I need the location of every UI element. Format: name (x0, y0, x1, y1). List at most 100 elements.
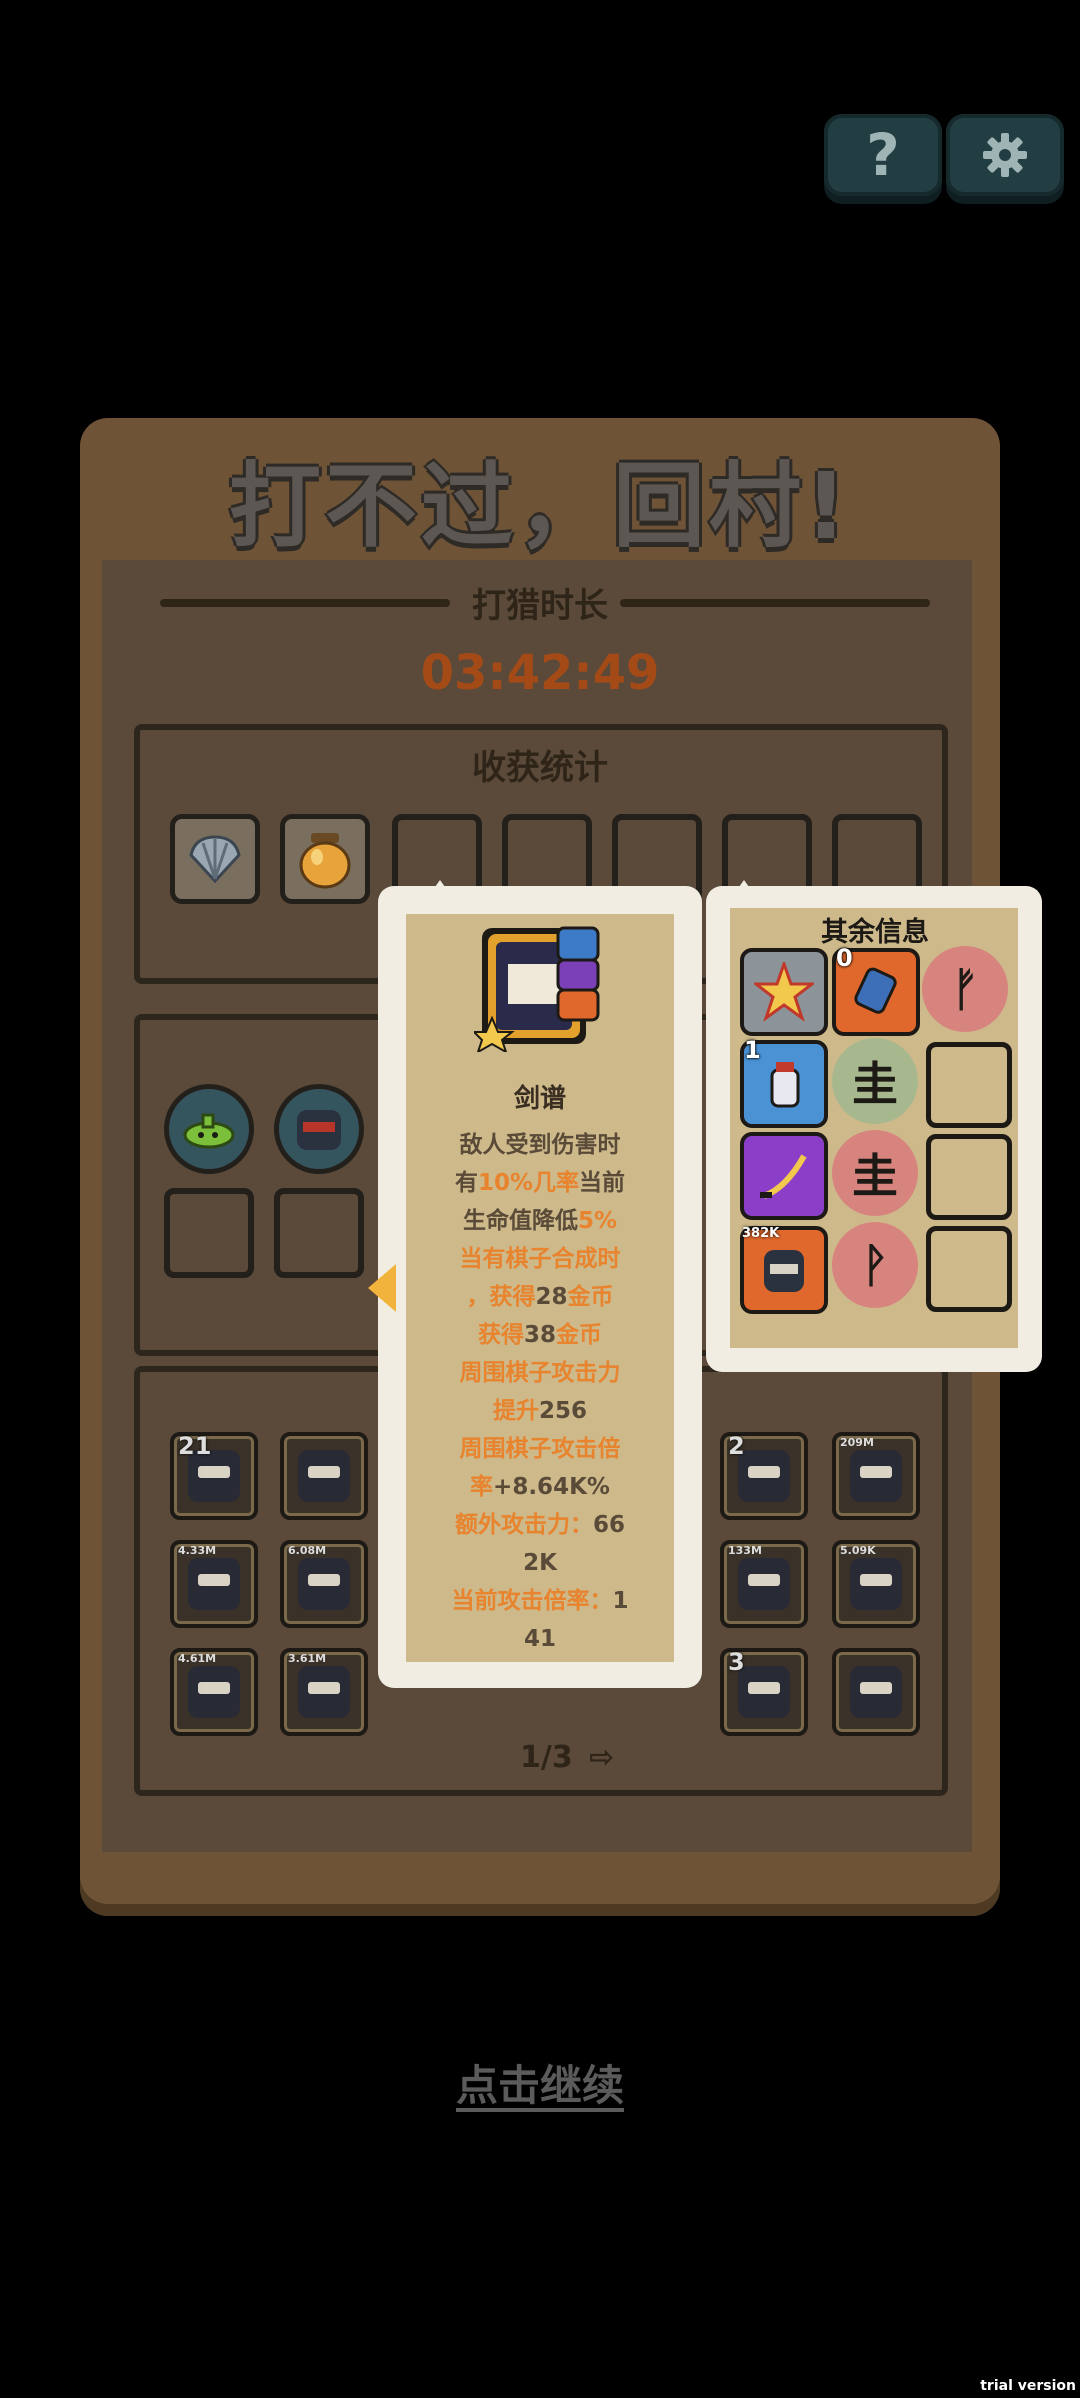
ninja-eyes (748, 1574, 780, 1586)
piece-badge: 133M (728, 1544, 762, 1557)
highlight-text: 周围棋子攻击力 (459, 1360, 621, 1386)
ninja-eyes (308, 1466, 340, 1478)
description-text: 28 (535, 1284, 568, 1310)
description-line: 周围棋子攻击倍 (406, 1430, 674, 1468)
description-line: ，获得28金币 (406, 1278, 674, 1316)
highlight-text: 当有棋子合成时 (459, 1246, 621, 1272)
star-burst-item[interactable] (740, 948, 828, 1036)
highlight-text: 获得 (477, 1322, 524, 1348)
rune-4[interactable]: ᚹ (832, 1222, 918, 1308)
description-line: 当有棋子合成时 (406, 1240, 674, 1278)
pager[interactable]: 1/3 ⇨ (520, 1740, 640, 1775)
ninja-eyes (308, 1574, 340, 1586)
board-piece[interactable]: 21 (170, 1432, 258, 1520)
highlight-text: ，获得 (466, 1284, 536, 1310)
hammer-icon (854, 967, 897, 1014)
ninja-eyes (198, 1574, 230, 1586)
hunt-duration-label: 打猎时长 (472, 586, 608, 626)
saber-icon (760, 1154, 807, 1199)
tooltip-pointer (368, 1264, 396, 1312)
description-line: 2K (406, 1544, 674, 1582)
board-piece[interactable]: 3.61M (280, 1648, 368, 1736)
hunt-duration-value: 03:42:49 (420, 645, 660, 701)
piece-badge: 5.09K (840, 1544, 876, 1557)
ninja-eyes (748, 1682, 780, 1694)
piece-badge: 3.61M (288, 1652, 327, 1665)
hammer-count: 0 (836, 944, 853, 972)
harvest-item-honey[interactable] (280, 814, 370, 904)
settings-button[interactable] (946, 114, 1064, 196)
description-text: 1 (612, 1588, 629, 1614)
board-piece[interactable]: 6.08M (280, 1540, 368, 1628)
equip-submarine[interactable] (164, 1084, 254, 1174)
ninja-head-icon (764, 1250, 804, 1292)
highlight-text: 5% (577, 1208, 618, 1234)
piece-badge: 2 (728, 1432, 745, 1460)
description-line: 敌人受到伤害时 (406, 1126, 674, 1164)
tooltip-notch (430, 880, 450, 894)
honey-jar-icon (299, 833, 351, 889)
board-piece[interactable]: 4.33M (170, 1540, 258, 1628)
star-burst-icon (754, 962, 814, 1022)
arrow-right-icon[interactable]: ⇨ (589, 1740, 614, 1775)
highlight-text: 当前攻击倍率： (451, 1588, 613, 1614)
milk-item[interactable]: 1 (740, 1036, 828, 1128)
rune-glyph: 圭 (852, 1149, 898, 1203)
rune-3[interactable]: 圭 (832, 1130, 918, 1216)
highlight-text: 10%几率 (477, 1170, 580, 1196)
board-piece[interactable]: 209M (832, 1432, 920, 1520)
description-text: 41 (523, 1626, 556, 1652)
rune-glyph: ᚠ (951, 962, 979, 1016)
other-slot-empty (926, 1042, 1012, 1128)
shell-icon (189, 835, 241, 884)
rune-2[interactable]: 圭 (832, 1038, 918, 1124)
ninja-eyes (748, 1466, 780, 1478)
highlight-text: 周围棋子攻击倍 (459, 1436, 621, 1462)
ninja-eyes (860, 1574, 892, 1586)
hammer-item[interactable]: 0 (832, 944, 920, 1036)
trial-watermark: trial version (980, 2378, 1076, 2394)
description-line: 41 (406, 1620, 674, 1658)
equip-slot-empty (164, 1188, 254, 1278)
description-line: 当前攻击倍率：1 (406, 1582, 674, 1620)
board-piece[interactable]: 2 (720, 1432, 808, 1520)
sword-manual-icon (471, 924, 604, 1055)
description-text: 有 (454, 1170, 478, 1196)
question-icon: ? (866, 121, 900, 189)
board-piece[interactable]: 4.61M (170, 1648, 258, 1736)
rune-1[interactable]: ᚠ (922, 946, 1008, 1032)
milk-bottle-icon (770, 1062, 800, 1108)
description-line: 有10%几率当前 (406, 1164, 674, 1202)
piece-badge: 4.33M (178, 1544, 217, 1557)
piece-badge: 209M (840, 1436, 874, 1449)
ninja-count: 382K (742, 1226, 780, 1241)
help-button[interactable]: ? (824, 114, 942, 196)
board-piece[interactable] (280, 1432, 368, 1520)
ninja-eyes (860, 1682, 892, 1694)
ninja-eyes (198, 1466, 230, 1478)
highlight-text: 提升 (492, 1398, 539, 1424)
board-piece[interactable]: 133M (720, 1540, 808, 1628)
description-line: 周围棋子攻击力 (406, 1354, 674, 1392)
ninja-eyes (860, 1466, 892, 1478)
description-line: 获得38金币 (406, 1316, 674, 1354)
other-slot-empty (926, 1226, 1012, 1312)
description-text: 38 (523, 1322, 556, 1348)
other-info-notch (734, 880, 754, 894)
highlight-text: 率 (470, 1474, 494, 1500)
ninja-item[interactable]: 382K (740, 1226, 828, 1314)
highlight-text: 金币 (567, 1284, 614, 1310)
highlight-text: 金币 (556, 1322, 602, 1348)
board-piece[interactable]: 5.09K (832, 1540, 920, 1628)
board-piece[interactable] (832, 1648, 920, 1736)
saber-item[interactable] (740, 1132, 828, 1220)
description-text: +8.64K% (493, 1474, 610, 1500)
board-piece[interactable]: 3 (720, 1648, 808, 1736)
description-text: 256 (538, 1398, 587, 1424)
piece-badge: 6.08M (288, 1544, 327, 1557)
harvest-item-shell[interactable] (170, 814, 260, 904)
ninja-head-icon (297, 1110, 341, 1150)
continue-button[interactable]: 点击继续 (380, 2052, 700, 2113)
equip-ninja[interactable] (274, 1084, 364, 1174)
description-text: 当前 (579, 1170, 626, 1196)
